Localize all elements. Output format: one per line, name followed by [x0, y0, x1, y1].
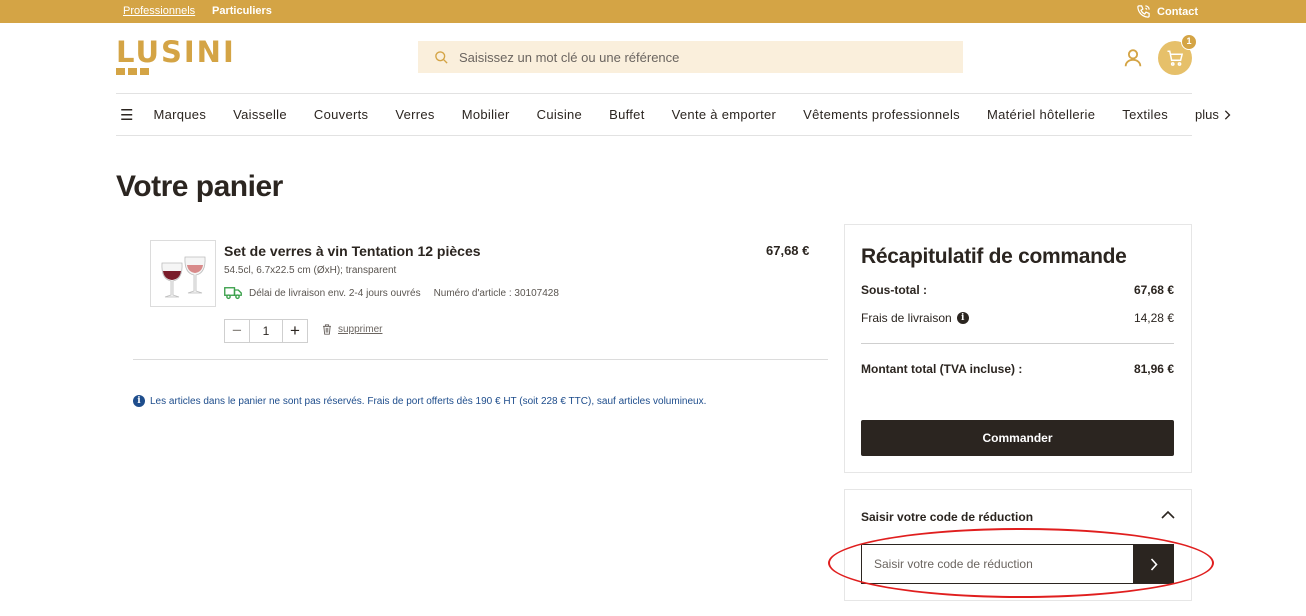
- search-bar[interactable]: Saisissez un mot clé ou une référence: [418, 41, 963, 73]
- cart-notice: i Les articles dans le panier ne sont pa…: [133, 395, 706, 407]
- trash-icon: [323, 324, 331, 335]
- subtotal-label: Sous-total :: [861, 283, 927, 297]
- chevron-right-icon: [1224, 109, 1231, 120]
- discount-title[interactable]: Saisir votre code de réduction: [861, 510, 1033, 524]
- nav-item-vaisselle[interactable]: Vaisselle: [233, 107, 287, 122]
- nav-item-buffet[interactable]: Buffet: [609, 107, 645, 122]
- phone-icon: [1137, 5, 1150, 18]
- menu-icon[interactable]: ☰: [120, 106, 133, 124]
- summary-title: Récapitulatif de commande: [861, 245, 1127, 268]
- contact-link[interactable]: Contact: [1136, 4, 1198, 19]
- professionals-link[interactable]: Professionnels: [123, 5, 195, 17]
- chevron-up-icon[interactable]: [1161, 510, 1175, 519]
- article-number: Numéro d'article : 30107428: [433, 287, 559, 299]
- logo-mark: [116, 68, 251, 75]
- quantity-input[interactable]: 1: [249, 320, 283, 342]
- info-icon: i: [133, 395, 145, 407]
- individuals-link[interactable]: Particuliers: [212, 5, 272, 17]
- search-icon: [435, 50, 448, 64]
- shipping-label: Frais de livraison: [861, 311, 952, 325]
- page-title: Votre panier: [116, 170, 283, 203]
- order-summary: Récapitulatif de commande Sous-total : 6…: [844, 224, 1192, 473]
- delivery-info: Délai de livraison env. 2-4 jours ouvrés…: [224, 286, 559, 300]
- order-button[interactable]: Commander: [861, 420, 1174, 456]
- search-input[interactable]: Saisissez un mot clé ou une référence: [459, 50, 679, 65]
- quantity-stepper: − 1 +: [224, 319, 308, 343]
- delivery-time: Délai de livraison env. 2-4 jours ouvrés: [249, 287, 421, 299]
- increase-quantity-button[interactable]: +: [283, 320, 307, 342]
- nav-more-label: plus: [1195, 107, 1219, 122]
- nav-more[interactable]: plus: [1195, 107, 1231, 122]
- nav-item-marques[interactable]: Marques: [153, 107, 206, 122]
- product-spec: 54.5cl, 6.7x22.5 cm (ØxH); transparent: [224, 265, 397, 276]
- cart-icon: [1167, 50, 1184, 66]
- cart-notice-text: Les articles dans le panier ne sont pas …: [150, 395, 707, 407]
- total-label: Montant total (TVA incluse) :: [861, 362, 1023, 376]
- shipping-row: Frais de livraison i 14,28 €: [861, 311, 1174, 325]
- contact-label: Contact: [1157, 5, 1198, 18]
- user-icon[interactable]: [1122, 47, 1144, 69]
- total-value: 81,96 €: [1133, 362, 1174, 376]
- product-price: 67,68 €: [766, 243, 810, 258]
- divider: [133, 359, 828, 360]
- shipping-info-icon[interactable]: i: [956, 312, 969, 324]
- nav-item-couverts[interactable]: Couverts: [314, 107, 368, 122]
- subtotal-row: Sous-total : 67,68 €: [861, 283, 1174, 297]
- logo[interactable]: LUSINI: [116, 38, 251, 78]
- nav-item-cuisine[interactable]: Cuisine: [537, 107, 582, 122]
- remove-item-link[interactable]: supprimer: [322, 324, 382, 335]
- subtotal-value: 67,68 €: [1133, 283, 1174, 297]
- nav-item-vetements[interactable]: Vêtements professionnels: [803, 107, 960, 122]
- truck-icon: [224, 287, 242, 300]
- top-bar: Professionnels Particuliers Contact: [0, 0, 1306, 23]
- total-row: Montant total (TVA incluse) : 81,96 €: [861, 362, 1174, 376]
- summary-divider: [861, 343, 1174, 344]
- decrease-quantity-button[interactable]: −: [225, 320, 249, 342]
- remove-item-label: supprimer: [338, 324, 383, 335]
- nav-item-verres[interactable]: Verres: [395, 107, 434, 122]
- highlight-ellipse: [828, 528, 1214, 598]
- nav-item-vente-a-emporter[interactable]: Vente à emporter: [672, 107, 777, 122]
- main-nav: ☰ Marques Vaisselle Couverts Verres Mobi…: [116, 93, 1231, 136]
- cart-count-badge: 1: [1181, 34, 1197, 50]
- nav-item-mobilier[interactable]: Mobilier: [462, 107, 510, 122]
- product-name[interactable]: Set de verres à vin Tentation 12 pièces: [224, 243, 481, 259]
- product-image[interactable]: [150, 240, 216, 307]
- nav-item-materiel-hotellerie[interactable]: Matériel hôtellerie: [987, 107, 1095, 122]
- logo-text: LUSINI: [116, 35, 236, 69]
- nav-item-textiles[interactable]: Textiles: [1122, 107, 1168, 122]
- shipping-value: 14,28 €: [1133, 311, 1174, 325]
